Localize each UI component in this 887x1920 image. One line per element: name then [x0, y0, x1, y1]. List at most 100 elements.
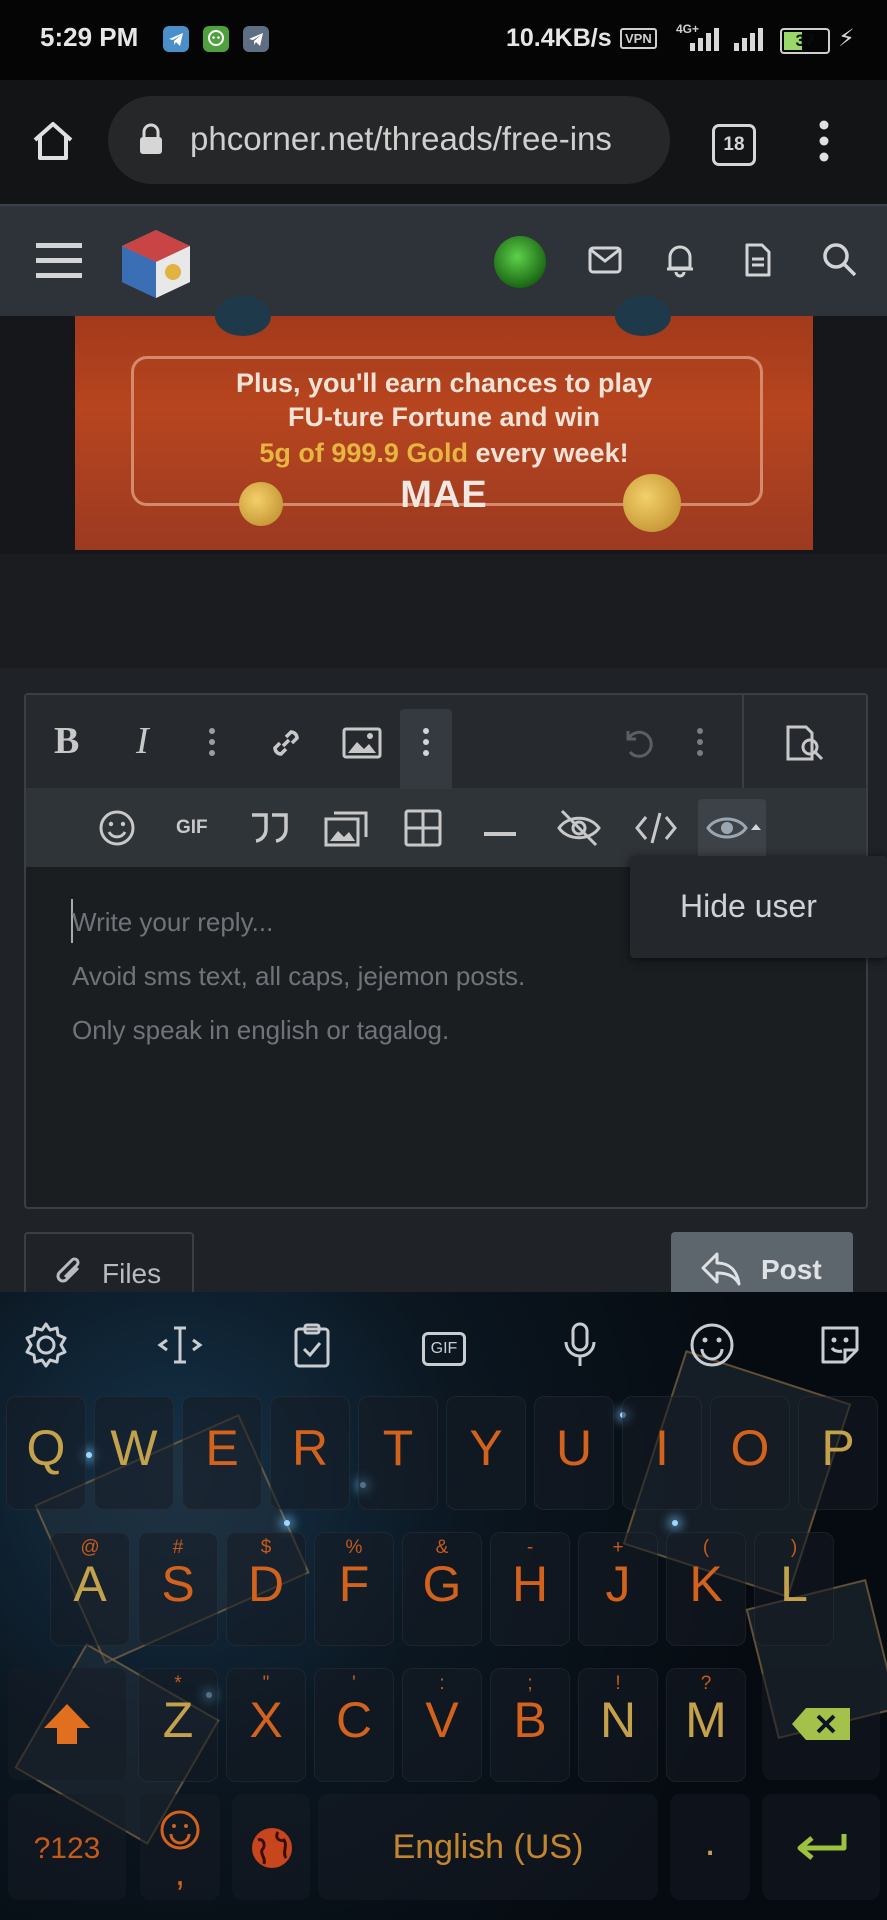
key-letter: A: [73, 1556, 107, 1612]
smilies-icon[interactable]: [98, 809, 136, 852]
key-l[interactable]: ) L: [754, 1532, 834, 1646]
key-p[interactable]: P: [798, 1396, 878, 1510]
hide-user-option[interactable]: Hide user: [680, 888, 817, 925]
bell-icon[interactable]: [664, 242, 696, 283]
site-logo[interactable]: [118, 226, 194, 307]
key-letter: M: [685, 1692, 727, 1748]
key-q[interactable]: Q: [6, 1396, 86, 1510]
code-icon[interactable]: [634, 811, 678, 850]
key-u[interactable]: U: [534, 1396, 614, 1510]
comma-emoji-key[interactable]: ,: [140, 1794, 220, 1900]
key-letter: N: [599, 1692, 637, 1748]
key-c[interactable]: ' C: [314, 1668, 394, 1782]
key-g[interactable]: & G: [402, 1532, 482, 1646]
keyboard-theme-sparkle: [86, 1452, 92, 1458]
gold-coin-graphic: [215, 296, 271, 336]
undo-icon[interactable]: [618, 723, 656, 766]
bold-icon[interactable]: B: [54, 719, 79, 763]
space-key-label: English (US): [392, 1828, 584, 1866]
key-z[interactable]: * Z: [138, 1668, 218, 1782]
microphone-icon[interactable]: [550, 1320, 610, 1379]
key-a[interactable]: @ A: [50, 1532, 130, 1646]
key-k[interactable]: (K: [666, 1532, 746, 1646]
key-n[interactable]: ! N: [578, 1668, 658, 1782]
key-w[interactable]: W: [94, 1396, 174, 1510]
key-v[interactable]: :V: [402, 1668, 482, 1782]
more-options-icon[interactable]: [422, 727, 430, 762]
preview-button[interactable]: [742, 695, 868, 788]
key-x[interactable]: " X: [226, 1668, 306, 1782]
link-icon[interactable]: [266, 723, 306, 768]
key-j[interactable]: + J: [578, 1532, 658, 1646]
emoji-small-icon: [160, 1810, 200, 1850]
chat-app-icon: [203, 26, 229, 52]
clipboard-icon[interactable]: [282, 1320, 342, 1379]
address-bar[interactable]: phcorner.net/threads/free-ins: [108, 96, 670, 184]
more-options-icon[interactable]: [208, 727, 216, 762]
italic-icon[interactable]: I: [136, 719, 149, 763]
shift-key[interactable]: [8, 1668, 126, 1780]
cursor-control-icon[interactable]: [150, 1320, 210, 1379]
quote-icon[interactable]: [248, 809, 292, 852]
key-letter: E: [205, 1420, 239, 1476]
key-letter: S: [161, 1556, 195, 1612]
image-icon[interactable]: [342, 727, 382, 764]
key-b[interactable]: ; B: [490, 1668, 570, 1782]
gif-keyboard-icon[interactable]: GIF: [414, 1320, 474, 1366]
key-i[interactable]: I: [622, 1396, 702, 1510]
backspace-icon: [792, 1708, 850, 1740]
table-icon[interactable]: [404, 809, 442, 852]
banner-line-1: Plus, you'll earn chances to play: [235, 368, 653, 398]
key-letter: F: [338, 1556, 370, 1612]
soft-keyboard: GIF QWERTYU I OP @ A # S $ D% F & G - H + J(K) L * Z " X ' C…: [0, 1292, 887, 1920]
symbols-key[interactable]: ?123: [8, 1794, 126, 1900]
overflow-menu-icon[interactable]: [818, 120, 830, 167]
enter-arrow-icon: [797, 1834, 847, 1860]
gif-button[interactable]: GIF: [176, 817, 208, 839]
hide-content-icon[interactable]: [556, 807, 602, 854]
key-r[interactable]: R: [270, 1396, 350, 1510]
emoji-icon[interactable]: [682, 1320, 742, 1379]
more-options-icon[interactable]: [696, 727, 704, 762]
eye-icon[interactable]: [706, 811, 762, 850]
key-e[interactable]: E: [182, 1396, 262, 1510]
browser-toolbar: phcorner.net/threads/free-ins 18: [0, 80, 887, 204]
signal-icon: [734, 28, 766, 51]
hamburger-menu-icon[interactable]: [36, 242, 82, 285]
space-key[interactable]: English (US): [318, 1794, 658, 1900]
key-h[interactable]: -H: [490, 1532, 570, 1646]
key-s[interactable]: # S: [138, 1532, 218, 1646]
language-key[interactable]: [232, 1794, 310, 1900]
sticker-icon[interactable]: [810, 1320, 870, 1379]
key-letter: U: [555, 1420, 593, 1476]
mail-icon[interactable]: [588, 246, 622, 279]
reply-input[interactable]: Write your reply...: [72, 907, 273, 938]
key-d[interactable]: $ D: [226, 1532, 306, 1646]
settings-gear-icon[interactable]: [16, 1320, 76, 1379]
user-avatar[interactable]: [494, 236, 546, 288]
key-letter: Q: [26, 1420, 66, 1476]
horizontal-line-icon[interactable]: [484, 825, 516, 843]
key-y[interactable]: Y: [446, 1396, 526, 1510]
home-icon[interactable]: [30, 118, 76, 169]
key-letter: C: [335, 1692, 373, 1748]
signal-icon: [690, 28, 722, 51]
key-letter: T: [382, 1420, 414, 1476]
promo-banner[interactable]: Plus, you'll earn chances to play FU-tur…: [75, 296, 813, 550]
key-f[interactable]: % F: [314, 1532, 394, 1646]
key-m[interactable]: ? M: [666, 1668, 746, 1782]
key-letter: Z: [162, 1692, 194, 1748]
document-icon[interactable]: [744, 242, 772, 283]
key-t[interactable]: T: [358, 1396, 438, 1510]
period-key[interactable]: .: [670, 1794, 750, 1900]
key-o[interactable]: O: [710, 1396, 790, 1510]
media-icon[interactable]: [324, 809, 370, 852]
tab-switcher-button[interactable]: 18: [712, 124, 756, 166]
backspace-key[interactable]: [762, 1668, 880, 1780]
enter-key[interactable]: [762, 1794, 880, 1900]
hide-user-menu: Hide user: [630, 856, 887, 958]
content-spacer: [0, 554, 887, 668]
telegram-icon: [163, 26, 189, 52]
reply-hint-line: Avoid sms text, all caps, jejemon posts.: [72, 961, 526, 991]
search-icon[interactable]: [822, 242, 858, 283]
